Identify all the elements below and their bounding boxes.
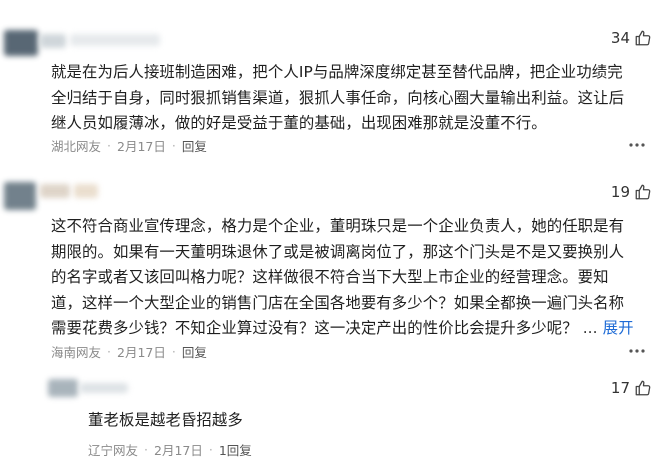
thumbs-up-icon [635,30,651,46]
reply-count-button[interactable]: 1回复 [219,440,252,459]
comment-text: 董老板是越老昏招越多 [88,411,243,429]
thumbs-up-icon [635,184,651,200]
comment-text: 就是在为后人接班制造困难，把个人IP与品牌深度绑定甚至替代品牌，把企业功绩完 全… [51,63,625,132]
reply-button[interactable]: 回复 [182,342,207,361]
comment-meta: 辽宁网友 · 2月17日 · 1回复 [88,440,252,459]
like-count: 19 [610,183,630,201]
blurred-username [0,178,200,212]
like-button[interactable]: 34 [611,26,652,50]
location-label: 湖北网友 [51,138,102,154]
blurred-username [0,26,200,60]
date-label: 2月17日 [154,442,203,458]
location-label: 海南网友 [51,344,102,360]
like-count: 17 [610,379,630,397]
comment-text: 这不符合商业宣传理念，格力是个企业，董明珠只是一个企业负责人，她的任职是有 期限… [51,217,634,337]
like-button[interactable]: 19 [611,180,652,204]
comment-meta: 海南网友 · 2月17日 · 回复 [51,342,207,361]
comment-meta: 湖北网友 · 2月17日 · 回复 [51,136,207,155]
expand-button[interactable]: 展开 [603,319,634,337]
date-label: 2月17日 [117,344,166,360]
reply-button[interactable]: 回复 [182,136,207,155]
truncation-ellipsis: ... [582,319,598,337]
thumbs-up-icon [635,380,651,396]
date-label: 2月17日 [117,138,166,154]
more-options-button[interactable] [626,137,648,153]
like-button[interactable]: 17 [611,376,652,400]
more-dots-icon [629,143,645,147]
like-count: 34 [610,29,630,47]
blurred-username [0,375,200,409]
more-dots-icon [629,349,645,353]
location-label: 辽宁网友 [88,442,139,458]
more-options-button[interactable] [626,343,648,359]
